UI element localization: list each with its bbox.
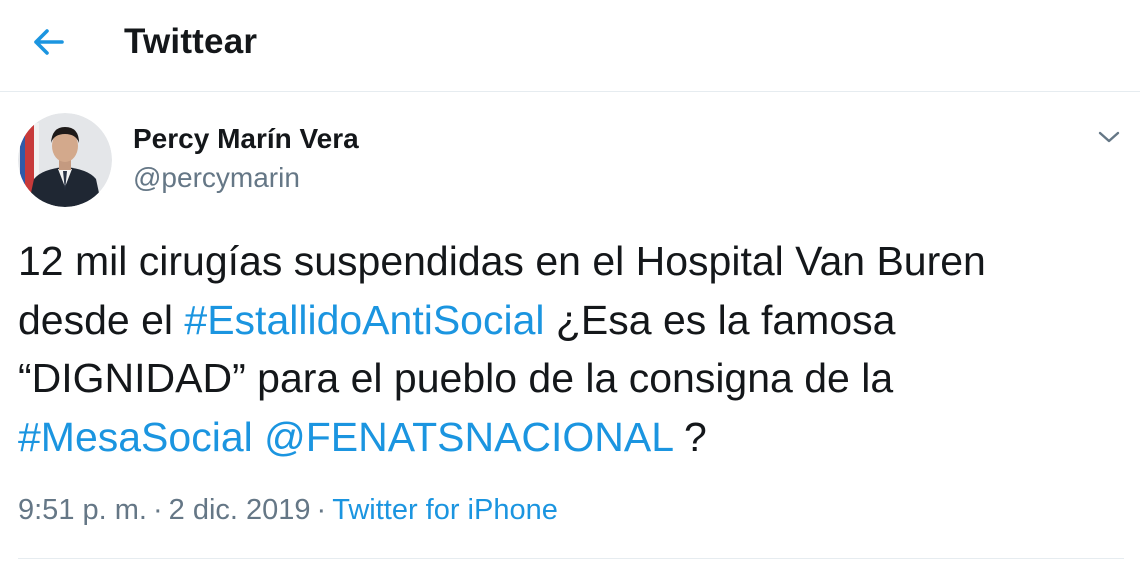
- tweet-date[interactable]: 2 dic. 2019: [169, 494, 311, 526]
- tweet-text-segment: “DIGNIDAD” para el pueblo de la consigna…: [18, 355, 894, 401]
- tweet-text: 12 mil cirugías suspendidas en el Hospit…: [18, 232, 1118, 466]
- chevron-down-icon: [1098, 131, 1120, 143]
- tweet-text-segment: ?: [672, 413, 707, 460]
- tweet-text-segment: [253, 414, 264, 460]
- back-button[interactable]: [22, 20, 74, 64]
- avatar-photo: [18, 113, 112, 207]
- tweet-text-segment: desde el: [18, 296, 185, 343]
- avatar[interactable]: [18, 113, 112, 207]
- divider: [18, 558, 1124, 559]
- author-display-name[interactable]: Percy Marín Vera: [133, 122, 359, 156]
- tweet-text-line: #MesaSocial @FENATSNACIONAL ?: [18, 408, 1118, 467]
- tweet-time[interactable]: 9:51 p. m.: [18, 494, 147, 526]
- tweet-text-line: 12 mil cirugías suspendidas en el Hospit…: [18, 232, 1118, 291]
- tweet-metadata: 9:51 p. m. · 2 dic. 2019 · Twitter for iPhon…: [18, 493, 558, 527]
- meta-separator: ·: [316, 494, 327, 526]
- hashtag-link[interactable]: #MesaSocial: [18, 414, 253, 460]
- tweet-menu-button[interactable]: [1094, 124, 1124, 150]
- tweet-text-line: desde el #EstallidoAntiSocial ¿Esa es la…: [18, 291, 1118, 350]
- tweet-source-link[interactable]: Twitter for iPhone: [332, 494, 558, 526]
- arrow-left-icon: [34, 29, 64, 55]
- mention-link[interactable]: @FENATSNACIONAL: [264, 414, 672, 460]
- tweet-text-segment: 12 mil cirugías suspendidas en el Hospit…: [18, 238, 986, 284]
- meta-separator: ·: [152, 494, 163, 526]
- tweet-text-line: “DIGNIDAD” para el pueblo de la consigna…: [18, 349, 1118, 408]
- tweet-text-segment: ¿Esa es la famosa: [544, 296, 896, 343]
- author-handle[interactable]: @percymarin: [133, 161, 300, 195]
- top-bar: Twittear: [0, 0, 1140, 92]
- hashtag-link[interactable]: #EstallidoAntiSocial: [184, 297, 544, 343]
- page-title: Twittear: [124, 22, 258, 61]
